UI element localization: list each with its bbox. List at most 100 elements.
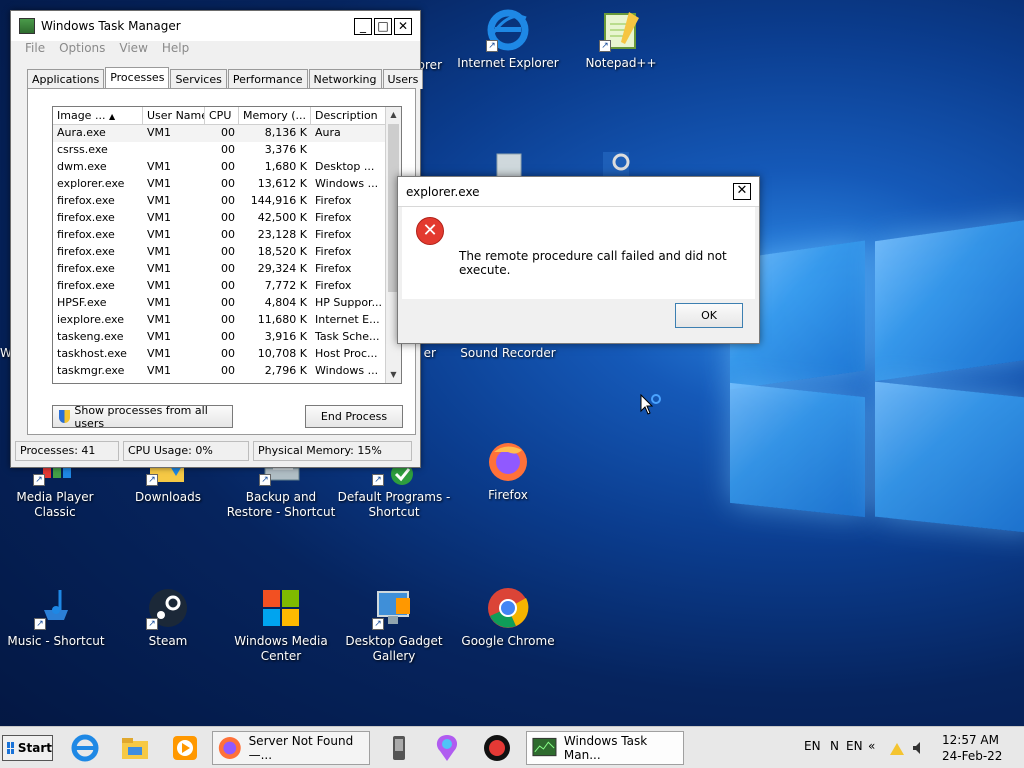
dialog-close-button[interactable]: ✕ (733, 183, 751, 200)
cell-description: Firefox (315, 262, 352, 275)
taskbar-record-icon[interactable] (482, 733, 512, 763)
cell-user-name: VM1 (147, 126, 172, 139)
scroll-up-icon[interactable]: ▲ (386, 107, 401, 123)
table-row[interactable]: taskeng.exe VM1 00 3,916 K Task Sche... (53, 329, 401, 346)
cell-user-name: VM1 (147, 177, 172, 190)
cell-description: HP Suppor... (315, 296, 383, 309)
end-process-button[interactable]: End Process (305, 405, 403, 428)
table-row[interactable]: explorer.exe VM1 00 13,612 K Windows ... (53, 176, 401, 193)
tray-expand-chevron-icon[interactable]: « (868, 739, 875, 753)
mouse-cursor-busy-icon (640, 393, 664, 419)
column-user-name[interactable]: User Name (143, 107, 205, 124)
close-button[interactable]: ✕ (394, 17, 412, 35)
table-row[interactable]: HPSF.exe VM1 00 4,804 K HP Suppor... (53, 295, 401, 312)
dialog-titlebar[interactable]: explorer.exe ✕ (398, 177, 759, 207)
taskbar-paint-icon[interactable] (432, 733, 462, 763)
column-description[interactable]: Description (311, 107, 387, 124)
language-indicator-2[interactable]: EN (846, 739, 863, 753)
status-memory: Physical Memory: 15% (253, 441, 412, 461)
taskbar-device-icon[interactable] (384, 733, 414, 763)
clock-date[interactable]: 24-Feb-22 (942, 749, 1002, 763)
cell-cpu: 00 (221, 194, 235, 207)
menu-help[interactable]: Help (162, 41, 189, 59)
table-row[interactable]: iexplore.exe VM1 00 11,680 K Internet E... (53, 312, 401, 329)
taskbar-edge-icon[interactable] (70, 733, 100, 763)
cell-user-name: VM1 (147, 228, 172, 241)
process-rows: Aura.exe VM1 00 8,136 K Aura csrss.exe 00 3,376… (53, 125, 401, 383)
table-row[interactable]: Aura.exe VM1 00 8,136 K Aura (53, 125, 401, 142)
taskbar-explorer-icon[interactable] (120, 733, 150, 763)
dialog-title: explorer.exe (406, 184, 480, 199)
desktop-icon-music[interactable]: ↗ Music - Shortcut (0, 586, 115, 649)
cell-description (311, 142, 387, 159)
desktop-icon-windows-media-center[interactable]: Windows Media Center (222, 586, 340, 664)
cell-user-name: VM1 (147, 160, 172, 173)
cell-description: Host Proc... (315, 347, 378, 360)
cell-cpu: 00 (221, 177, 235, 190)
task-manager-titlebar[interactable]: Windows Task Manager _ □ ✕ (11, 11, 420, 41)
maximize-button[interactable]: □ (374, 17, 392, 35)
sort-arrow-icon: ▲ (108, 112, 116, 121)
desktop-icon-steam[interactable]: ↗ Steam (109, 586, 227, 649)
table-row[interactable]: dwm.exe VM1 00 1,680 K Desktop ... (53, 159, 401, 176)
tab-services[interactable]: Services (170, 69, 227, 89)
cell-memory: 1,680 K (264, 160, 307, 173)
cell-cpu: 00 (221, 330, 235, 343)
taskbar-task-taskmanager[interactable]: Windows Task Man... (526, 731, 684, 765)
table-row[interactable]: updater.exeVM1001,320 KFirefox So... (53, 380, 401, 383)
music-icon: ↗ (34, 586, 78, 630)
tab-performance[interactable]: Performance (227, 69, 308, 89)
tab-processes[interactable]: Processes (105, 67, 170, 89)
desktop-icon-internet-explorer[interactable]: ↗ Internet Explorer (449, 8, 567, 71)
status-bar: Processes: 41 CPU Usage: 0% Physical Mem… (15, 441, 416, 461)
column-cpu[interactable]: CPU (205, 107, 239, 124)
ime-indicator[interactable]: N (830, 739, 839, 753)
menu-view[interactable]: View (119, 41, 147, 59)
table-row[interactable]: firefox.exe VM1 00 18,520 K Firefox (53, 244, 401, 261)
cell-cpu: 00 (221, 313, 235, 326)
desktop-icon-google-chrome[interactable]: Google Chrome (449, 586, 567, 649)
gadget-icon: ↗ (372, 586, 416, 630)
clock-time[interactable]: 12:57 AM (942, 733, 999, 747)
tab-users[interactable]: Users (382, 69, 424, 89)
desktop-icon-firefox[interactable]: Firefox (449, 440, 567, 503)
tab-networking[interactable]: Networking (308, 69, 382, 89)
language-indicator[interactable]: EN (804, 739, 821, 753)
cell-cpu: 00 (221, 262, 235, 275)
table-row[interactable]: firefox.exe VM1 00 29,324 K Firefox (53, 261, 401, 278)
ok-button[interactable]: OK (675, 303, 743, 328)
cell-memory: 3,916 K (264, 330, 307, 343)
menu-bar: File Options View Help (11, 41, 420, 59)
desktop-icon-notepadpp[interactable]: ↗ Notepad++ (562, 8, 680, 71)
warning-icon[interactable] (890, 743, 904, 758)
table-row[interactable]: firefox.exe VM1 00 42,500 K Firefox (53, 210, 401, 227)
desktop-icon-gadget-gallery[interactable]: ↗ Desktop Gadget Gallery (335, 586, 453, 664)
tab-applications[interactable]: Applications (27, 69, 105, 89)
cell-description: Task Sche... (315, 330, 380, 343)
table-row[interactable]: taskmgr.exe VM1 00 2,796 K Windows ... (53, 363, 401, 380)
table-row[interactable]: firefox.exe VM1 00 23,128 K Firefox (53, 227, 401, 244)
menu-file[interactable]: File (25, 41, 45, 59)
menu-options[interactable]: Options (59, 41, 105, 59)
error-dialog[interactable]: explorer.exe ✕ ✕ The remote procedure ca… (397, 176, 760, 344)
minimize-button[interactable]: _ (354, 17, 372, 35)
desktop-icon-sound-recorder[interactable]: Sound Recorder (449, 346, 567, 361)
table-row[interactable]: csrss.exe 00 3,376 K (53, 142, 401, 159)
table-row[interactable]: firefox.exe VM1 00 144,916 K Firefox (53, 193, 401, 210)
column-image-name[interactable]: Image ... ▲ (53, 107, 143, 124)
cell-user-name: VM1 (143, 380, 205, 383)
task-manager-window[interactable]: Windows Task Manager _ □ ✕ File Options … (10, 10, 424, 468)
taskbar-media-player-icon[interactable] (170, 733, 200, 763)
column-memory[interactable]: Memory (... (239, 107, 311, 124)
taskbar-task-firefox[interactable]: Server Not Found —... (212, 731, 370, 765)
cell-memory: 13,612 K (257, 177, 307, 190)
cell-description: Firefox (315, 211, 352, 224)
process-list[interactable]: Image ... ▲ User Name CPU Memory (... De… (52, 106, 402, 384)
scroll-down-icon[interactable]: ▼ (386, 367, 401, 383)
table-row[interactable]: taskhost.exe VM1 00 10,708 K Host Proc... (53, 346, 401, 363)
speaker-icon[interactable] (912, 741, 926, 758)
start-button[interactable]: Start (2, 735, 53, 761)
table-row[interactable]: firefox.exe VM1 00 7,772 K Firefox (53, 278, 401, 295)
cell-cpu: 00 (221, 211, 235, 224)
show-all-processes-button[interactable]: Show processes from all users (52, 404, 233, 430)
